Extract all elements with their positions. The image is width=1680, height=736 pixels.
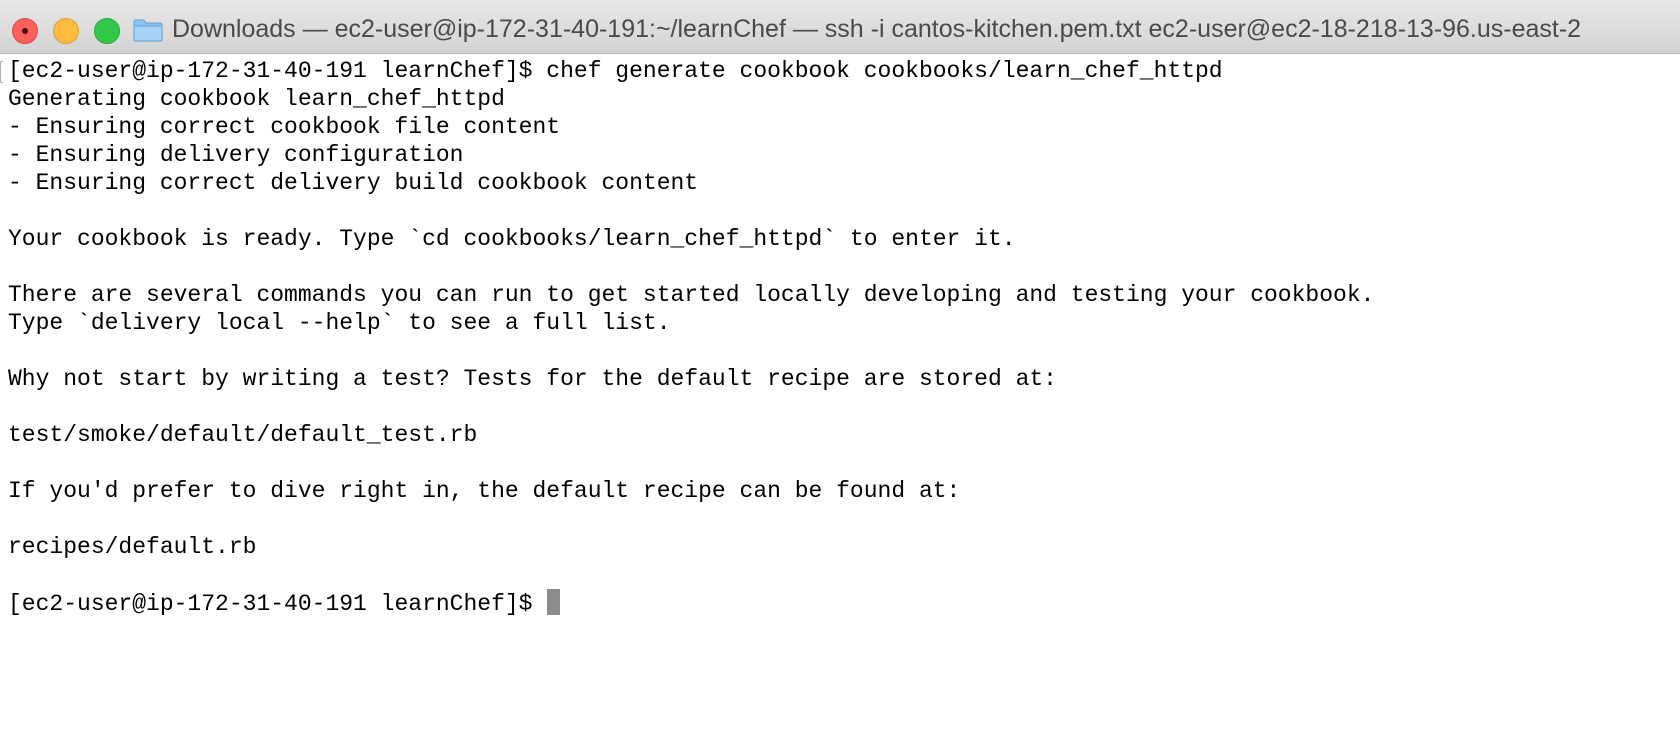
- terminal-line: Your cookbook is ready. Type `cd cookboo…: [8, 226, 1016, 252]
- terminal-line: - Ensuring correct cookbook file content: [8, 114, 561, 140]
- terminal-window: Downloads — ec2-user@ip-172-31-40-191:~/…: [0, 0, 1680, 736]
- terminal-line: test/smoke/default/default_test.rb: [8, 422, 478, 448]
- title-bar[interactable]: Downloads — ec2-user@ip-172-31-40-191:~/…: [0, 0, 1680, 54]
- terminal-line: Type `delivery local --help` to see a fu…: [8, 310, 671, 336]
- terminal-line: Why not start by writing a test? Tests f…: [8, 366, 1057, 392]
- terminal-line: Generating cookbook learn_chef_httpd: [8, 86, 505, 112]
- terminal-line: recipes/default.rb: [8, 534, 257, 560]
- terminal-line: There are several commands you can run t…: [8, 282, 1375, 308]
- window-title: Downloads — ec2-user@ip-172-31-40-191:~/…: [172, 15, 1582, 43]
- prompt-text: [ec2-user@ip-172-31-40-191 learnChef]$: [8, 591, 533, 617]
- zoom-button[interactable]: [94, 18, 120, 44]
- minimize-button[interactable]: [53, 18, 79, 44]
- folder-icon: [133, 19, 163, 42]
- terminal-line: If you'd prefer to dive right in, the de…: [8, 478, 961, 504]
- terminal-line: - Ensuring delivery configuration: [8, 142, 464, 168]
- terminal-line: - Ensuring correct delivery build cookbo…: [8, 170, 699, 196]
- prompt-line: [ec2-user@ip-172-31-40-191 learnChef]$: [8, 589, 1680, 617]
- terminal-line: [ec2-user@ip-172-31-40-191 learnChef]$ c…: [8, 58, 1223, 84]
- close-icon: [22, 28, 28, 34]
- text-cursor: [546, 589, 560, 615]
- terminal-output[interactable]: [ec2-user@ip-172-31-40-191 learnChef]$ c…: [0, 54, 1680, 736]
- close-button[interactable]: [12, 18, 38, 44]
